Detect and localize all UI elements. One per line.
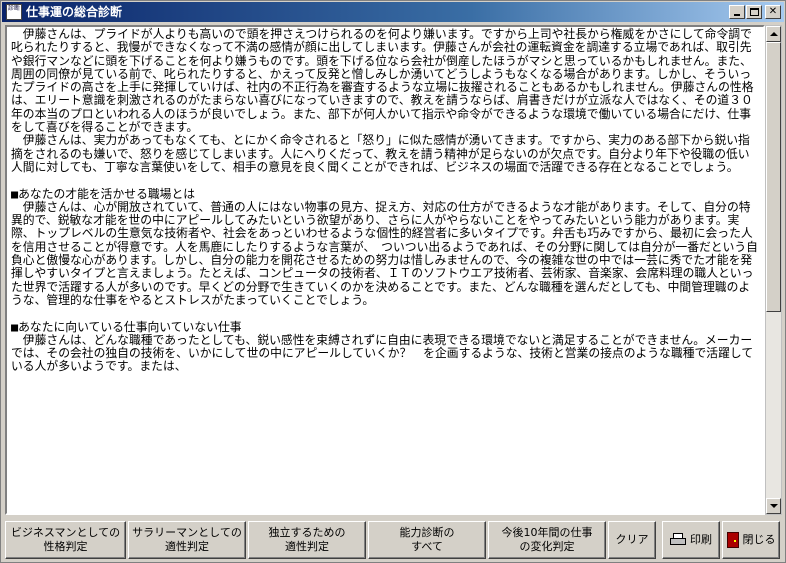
window-title: 仕事運の総合診断: [26, 5, 123, 19]
clear-button[interactable]: クリア: [608, 521, 656, 559]
print-label: 印刷: [690, 533, 712, 546]
independence-aptitude-button[interactable]: 独立するための 適性判定: [248, 521, 366, 559]
minimize-icon: [734, 14, 740, 16]
title-bar[interactable]: 診断 仕事運の総合診断 ✕: [2, 2, 784, 22]
action-button-bar: ビジネスマンとしての 性格判定 サラリーマンとしての 適性判定 独立するための …: [1, 517, 786, 562]
app-window: 診断 仕事運の総合診断 ✕ 伊藤さんは、プライドが人よりも高いので頭を押さえつけ…: [0, 0, 786, 563]
exit-door-icon: [726, 532, 739, 548]
vertical-scrollbar[interactable]: [765, 25, 782, 515]
salaryman-aptitude-label: サラリーマンとしての 適性判定: [132, 526, 242, 553]
business-personality-button[interactable]: ビジネスマンとしての 性格判定: [5, 521, 126, 559]
ability-diagnosis-button[interactable]: 能力診断の すべて: [368, 521, 486, 559]
diagnosis-text-area[interactable]: 伊藤さんは、プライドが人よりも高いので頭を押さえつけられるのを何より嫌います。で…: [5, 25, 765, 515]
maximize-button[interactable]: [746, 5, 762, 19]
clear-label: クリア: [615, 533, 649, 546]
business-personality-label: ビジネスマンとしての 性格判定: [10, 526, 121, 553]
salaryman-aptitude-button[interactable]: サラリーマンとしての 適性判定: [128, 521, 246, 559]
scroll-down-button[interactable]: [766, 498, 781, 514]
ability-diagnosis-label: 能力診断の すべて: [399, 526, 455, 553]
maximize-icon: [749, 8, 759, 16]
arrow-up-icon: [770, 32, 778, 36]
app-icon: 診断: [6, 4, 22, 20]
diagnosis-text: 伊藤さんは、プライドが人よりも高いので頭を押さえつけられるのを何より嫌います。で…: [11, 27, 758, 374]
close-icon: ✕: [768, 6, 778, 17]
printer-icon: [670, 533, 686, 547]
scroll-up-button[interactable]: [766, 26, 781, 42]
close-window-button[interactable]: ✕: [765, 5, 781, 19]
scroll-thumb[interactable]: [766, 42, 781, 312]
close-app-label: 閉じる: [742, 533, 776, 546]
print-button[interactable]: 印刷: [662, 521, 720, 559]
future-change-button[interactable]: 今後10年間の仕事 の変化判定: [488, 521, 606, 559]
future-change-label: 今後10年間の仕事 の変化判定: [501, 526, 593, 553]
independence-aptitude-label: 独立するための 適性判定: [268, 526, 346, 553]
close-app-button[interactable]: 閉じる: [722, 521, 780, 559]
arrow-down-icon: [770, 504, 778, 508]
minimize-button[interactable]: [729, 5, 745, 19]
